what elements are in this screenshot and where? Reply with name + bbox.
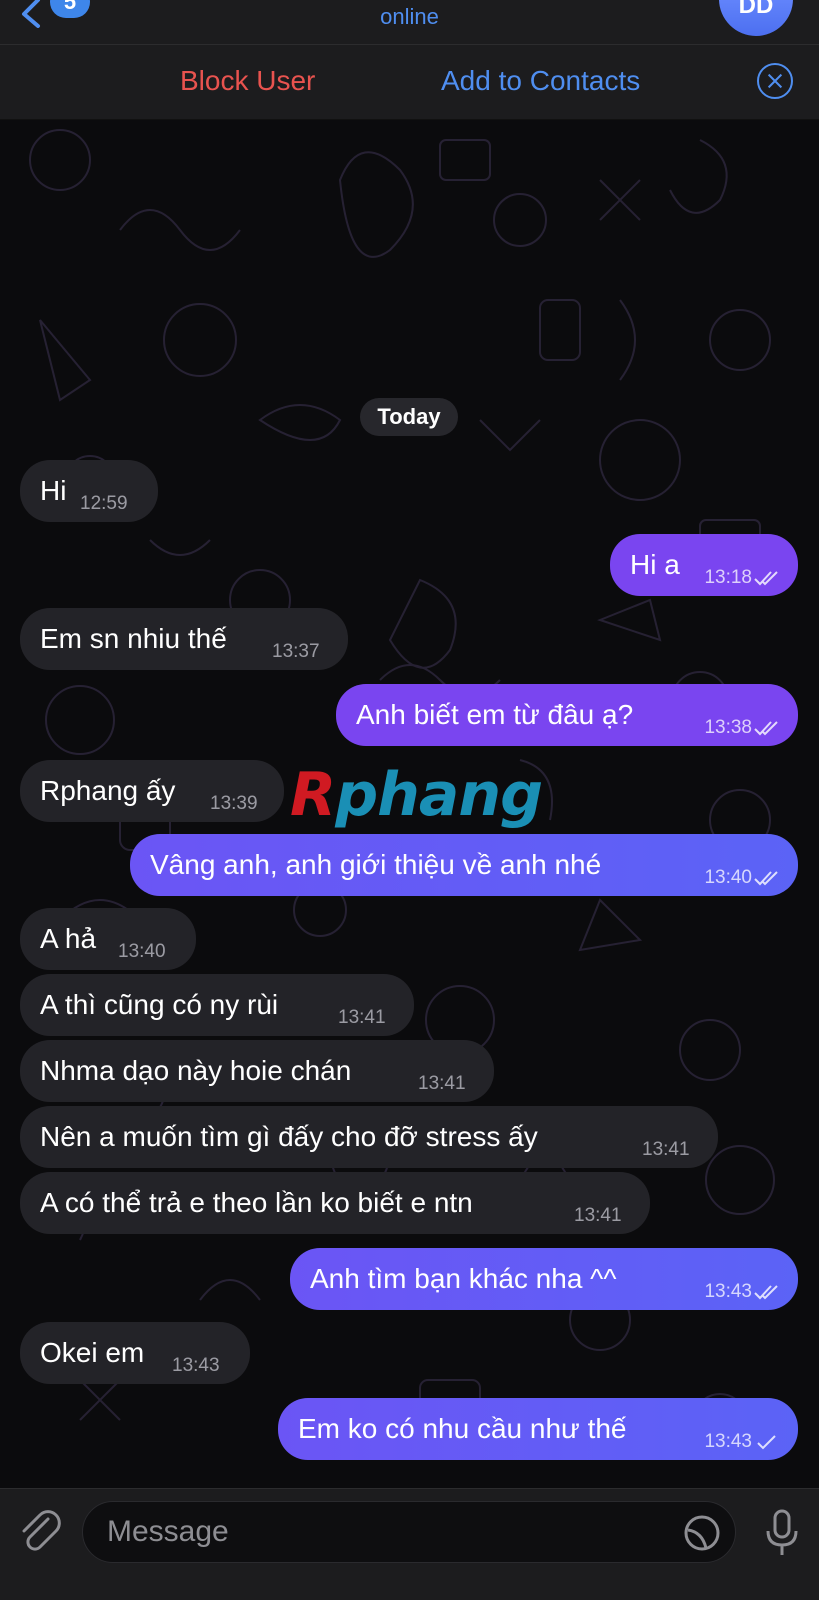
message-bubble[interactable]: Rphang ấy 13:39 <box>20 760 284 822</box>
add-to-contacts-button[interactable]: Add to Contacts <box>441 65 640 97</box>
message-list[interactable]: Today Rphang Hi 12:59 Hi a 13:18 Em sn n… <box>0 120 819 1488</box>
message-time: 13:43 <box>172 1355 220 1376</box>
chat-header: 5 online DD <box>0 0 819 44</box>
message-time: 13:43 <box>704 1431 752 1452</box>
unknown-contact-actions: Block User Add to Contacts <box>0 44 819 120</box>
message-time: 13:43 <box>704 1281 752 1302</box>
message-text: Nhma dạo này hoie chán <box>40 1055 352 1086</box>
message-time: 13:40 <box>118 941 166 962</box>
message-text: A thì cũng có ny rùi <box>40 989 279 1020</box>
message-field <box>82 1501 736 1563</box>
double-check-icon <box>754 871 778 886</box>
message-text: Em ko có nhu cầu như thế <box>298 1413 627 1444</box>
message-bubble[interactable]: Okei em 13:43 <box>20 1322 250 1384</box>
message-text: Vâng anh, anh giới thiệu về anh nhé <box>150 849 602 880</box>
message-text: Rphang ấy <box>40 775 176 806</box>
microphone-icon[interactable] <box>765 1509 799 1557</box>
message-text: Okei em <box>40 1337 145 1368</box>
message-time: 13:37 <box>272 641 320 662</box>
message-time: 13:41 <box>338 1007 386 1028</box>
message-input[interactable] <box>107 1502 667 1562</box>
message-bubble[interactable]: A thì cũng có ny rùi 13:41 <box>20 974 414 1036</box>
watermark-logo: Rphang <box>290 760 543 830</box>
block-user-button[interactable]: Block User <box>180 65 315 97</box>
message-text: Anh tìm bạn khác nha ^^ <box>310 1263 617 1294</box>
message-time: 13:18 <box>704 567 752 588</box>
message-bubble[interactable]: Anh biết em từ đâu ạ? 13:38 <box>336 684 798 746</box>
message-bubble[interactable]: A hả 13:40 <box>20 908 196 970</box>
message-bubble[interactable]: Nên a muốn tìm gì đấy cho đỡ stress ấy 1… <box>20 1106 718 1168</box>
double-check-icon <box>754 1285 778 1300</box>
message-time: 13:41 <box>574 1205 622 1226</box>
message-text: A có thể trả e theo lần ko biết e ntn <box>40 1187 473 1218</box>
message-time: 12:59 <box>80 493 128 514</box>
close-icon[interactable] <box>757 63 793 99</box>
message-text: Hi a <box>630 549 680 580</box>
double-check-icon <box>754 571 778 586</box>
message-time: 13:41 <box>642 1139 690 1160</box>
message-bubble[interactable]: Em sn nhiu thế 13:37 <box>20 608 348 670</box>
date-separator: Today <box>360 398 458 436</box>
message-time: 13:40 <box>704 867 752 888</box>
check-icon <box>757 1435 776 1450</box>
contact-status: online <box>380 4 439 29</box>
message-time: 13:39 <box>210 793 258 814</box>
message-bubble[interactable]: Vâng anh, anh giới thiệu về anh nhé 13:4… <box>130 834 798 896</box>
message-text: Hi <box>40 475 67 506</box>
message-text: Nên a muốn tìm gì đấy cho đỡ stress ấy <box>40 1121 538 1152</box>
message-time: 13:38 <box>704 717 752 738</box>
avatar[interactable]: DD <box>719 0 793 36</box>
sticker-icon[interactable] <box>683 1514 721 1552</box>
message-bubble[interactable]: Anh tìm bạn khác nha ^^ 13:43 <box>290 1248 798 1310</box>
attach-icon[interactable] <box>18 1509 62 1557</box>
message-text: Anh biết em từ đâu ạ? <box>356 699 634 730</box>
message-time: 13:41 <box>418 1073 466 1094</box>
composer <box>0 1488 819 1600</box>
message-text: A hả <box>40 923 97 954</box>
message-text: Em sn nhiu thế <box>40 623 227 654</box>
message-bubble[interactable]: Nhma dạo này hoie chán 13:41 <box>20 1040 494 1102</box>
message-bubble[interactable]: A có thể trả e theo lần ko biết e ntn 13… <box>20 1172 650 1234</box>
message-bubble[interactable]: Em ko có nhu cầu như thế 13:43 <box>278 1398 798 1460</box>
message-bubble[interactable]: Hi a 13:18 <box>610 534 798 596</box>
message-bubble[interactable]: Hi 12:59 <box>20 460 158 522</box>
double-check-icon <box>754 721 778 736</box>
